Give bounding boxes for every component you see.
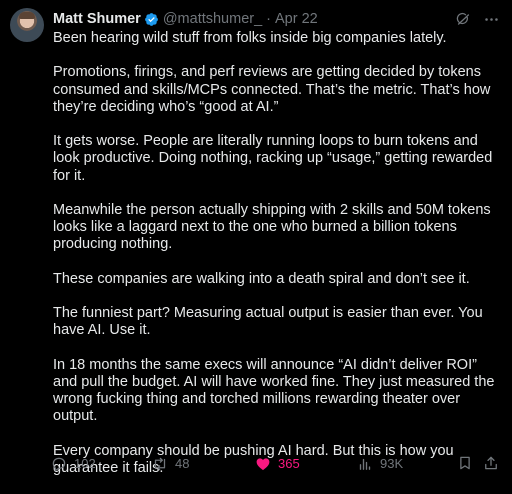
- tweet-paragraph: In 18 months the same execs will announc…: [53, 356, 495, 425]
- tweet-header: Matt Shumer @mattshumer_ · Apr 22: [53, 9, 500, 29]
- tweet-paragraph: Been hearing wild stuff from folks insid…: [53, 30, 447, 46]
- repost-icon: [154, 457, 166, 471]
- tweet-body: Been hearing wild stuff from folks insid…: [53, 30, 503, 494]
- avatar[interactable]: [10, 8, 44, 42]
- bookmark-icon: [460, 456, 470, 470]
- views-icon: [359, 458, 371, 470]
- verified-badge-icon: [144, 12, 159, 27]
- tweet-paragraph: The funniest part? Measuring actual outp…: [53, 305, 483, 339]
- bookmark-button[interactable]: [456, 454, 474, 472]
- separator-dot: ·: [266, 11, 272, 27]
- author-handle[interactable]: @mattshumer_: [163, 9, 262, 29]
- like-button[interactable]: 365: [254, 454, 300, 474]
- tweet-paragraph: These companies are walking into a death…: [53, 270, 470, 287]
- author-name[interactable]: Matt Shumer: [53, 9, 141, 29]
- tweet[interactable]: Matt Shumer @mattshumer_ · Apr 22 Been h…: [0, 0, 512, 481]
- share-button[interactable]: [482, 454, 500, 472]
- avatar-hair: [19, 12, 35, 19]
- tweet-paragraph: It gets worse. People are literally runn…: [53, 133, 493, 184]
- share-icon: [485, 456, 497, 470]
- header-actions: [455, 11, 500, 28]
- post-date[interactable]: Apr 22: [275, 9, 318, 29]
- views-count: 93K: [380, 456, 404, 471]
- repost-button[interactable]: 48: [151, 454, 189, 474]
- like-count: 365: [278, 456, 300, 471]
- more-icon[interactable]: [483, 11, 500, 28]
- reply-button[interactable]: 102: [50, 454, 96, 474]
- tweet-paragraph: Meanwhile the person actually shipping w…: [53, 201, 491, 253]
- heart-icon: [256, 458, 270, 471]
- reply-count: 102: [74, 456, 96, 471]
- views-button[interactable]: 93K: [356, 454, 403, 474]
- tweet-paragraph: Promotions, firings, and perf reviews ar…: [53, 64, 491, 115]
- repost-count: 48: [175, 456, 190, 471]
- reply-icon: [52, 457, 66, 472]
- grok-icon[interactable]: [455, 11, 472, 28]
- action-bar: 102 48 365 93K: [50, 454, 502, 474]
